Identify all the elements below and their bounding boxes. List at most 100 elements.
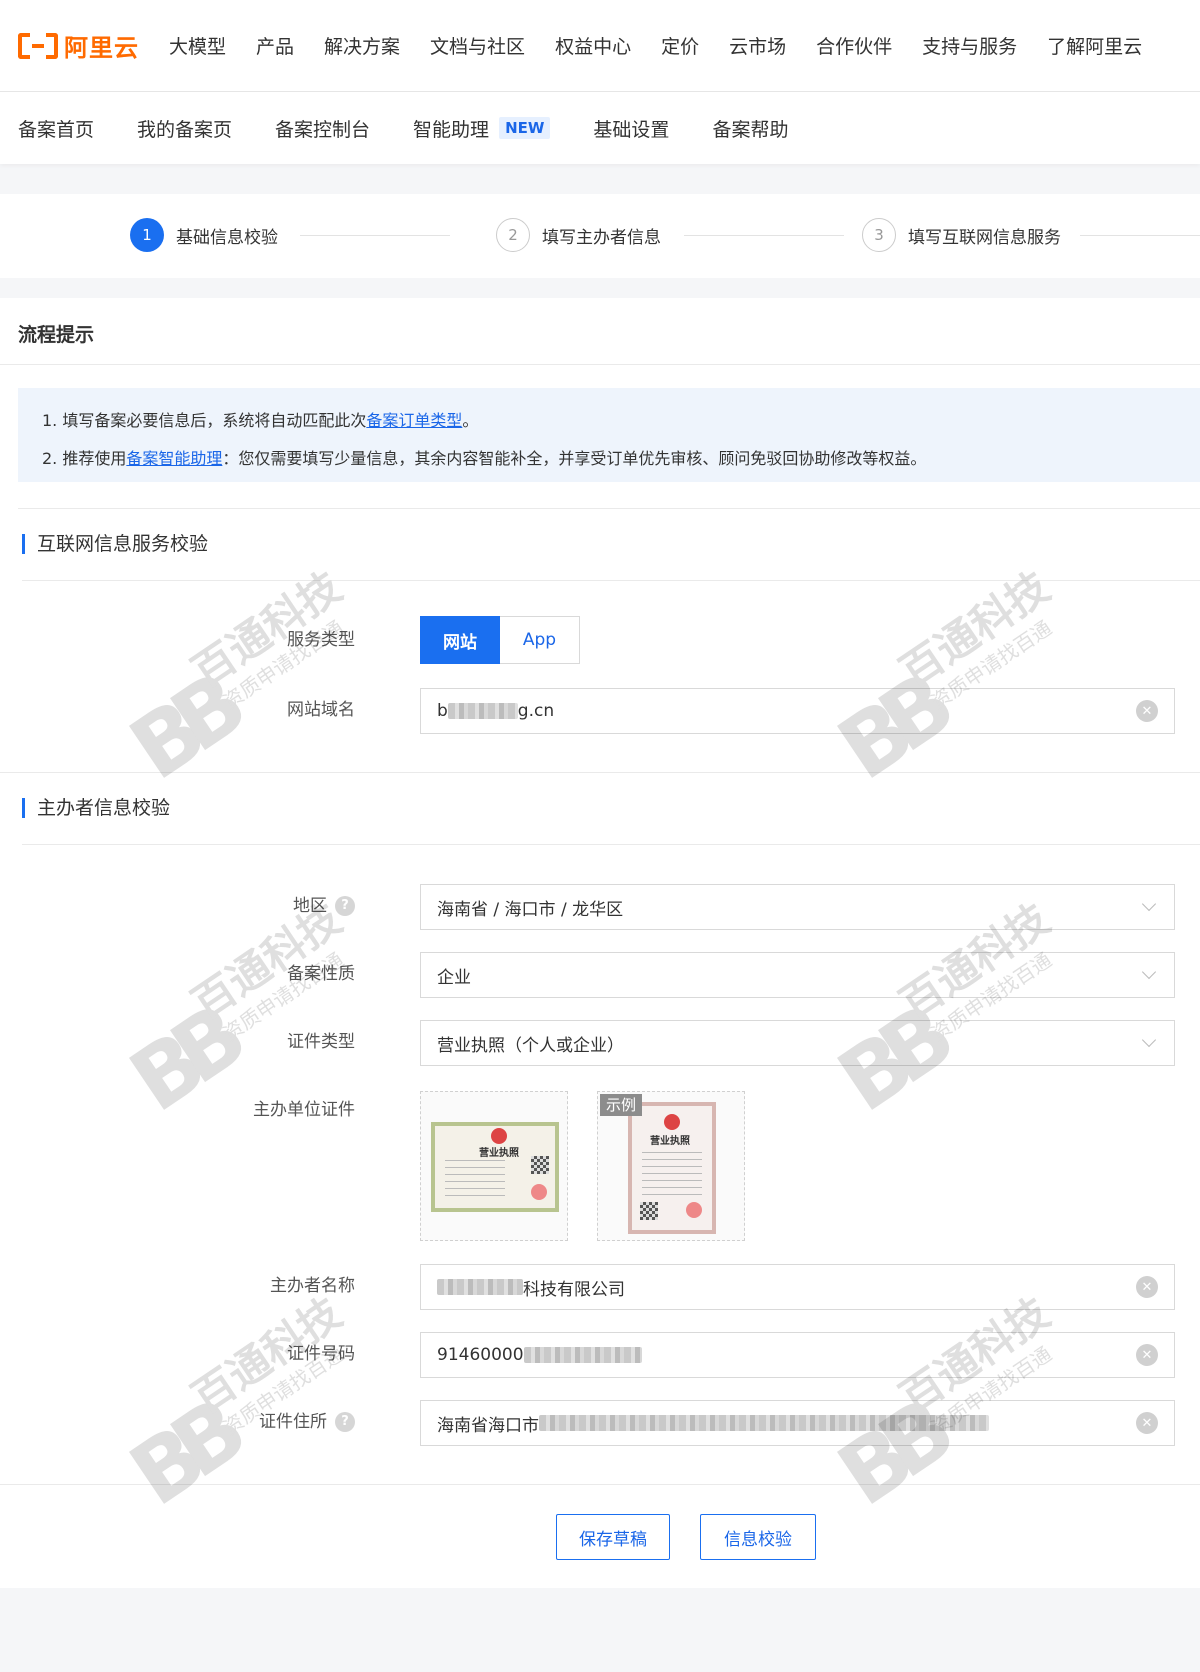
cert-no-prefix: 91460000 [437,1345,524,1365]
host-name-value: 科技有限公司 [437,1275,1136,1300]
verify-info-button[interactable]: 信息校验 [700,1514,816,1560]
license-thumbnail: 营业执照 [431,1122,559,1212]
host-name-suffix: 科技有限公司 [523,1279,625,1300]
address-label: 证件住所? [20,1400,355,1444]
license-upload[interactable]: 营业执照 [420,1091,568,1241]
help-icon[interactable]: ? [335,1412,355,1432]
subnav-icp-help[interactable]: 备案帮助 [712,115,788,142]
divider [18,508,1200,509]
subnav-basic-settings[interactable]: 基础设置 [593,115,669,142]
service-type-toggle: 网站 App [420,616,580,664]
watermark-title: 百通科技 [891,562,1059,697]
topnav-item-support[interactable]: 支持与服务 [922,32,1017,59]
nature-value: 企业 [437,967,471,988]
address-input[interactable]: 海南省海口市 ✕ [420,1400,1175,1446]
redacted-text [539,1415,989,1431]
step-connector [300,235,450,236]
chevron-down-icon [1141,896,1157,912]
topnav-item-pricing[interactable]: 定价 [661,32,699,59]
smart-assistant-link[interactable]: 备案智能助理 [126,449,222,468]
region-value: 海南省 / 海口市 / 龙华区 [437,899,624,920]
service-section-title: 互联网信息服务校验 [22,534,208,554]
top-navigation: 阿里云 大模型 产品 解决方案 文档与社区 权益中心 定价 云市场 合作伙伴 支… [0,0,1200,92]
seal-icon [664,1114,680,1130]
subnav-icp-console[interactable]: 备案控制台 [275,115,370,142]
topnav-item-marketplace[interactable]: 云市场 [729,32,786,59]
nature-select[interactable]: 企业 [420,952,1175,998]
sample-thumb-title: 营业执照 [650,1136,690,1147]
step-3: 3 填写互联网信息服务 [862,218,1061,252]
chevron-down-icon [1141,964,1157,980]
clear-icon[interactable]: ✕ [1136,1412,1158,1434]
redacted-text [523,1347,642,1363]
step-3-label: 填写互联网信息服务 [908,227,1061,248]
service-type-app[interactable]: App [500,616,580,664]
region-label: 地区? [20,884,355,928]
step-3-number: 3 [862,218,896,252]
watermark: BB 百通科技 资质申请找百通 [788,499,1149,833]
domain-input[interactable]: b g.cn ✕ [420,688,1175,734]
step-2-label: 填写主办者信息 [542,227,661,248]
notice-line-1: 1. 填写备案必要信息后，系统将自动匹配此次备案订单类型。 [42,402,1176,440]
cert-type-value: 营业执照（个人或企业） [437,1035,624,1056]
topnav-item-about[interactable]: 了解阿里云 [1047,32,1142,59]
progress-steps: 1 基础信息校验 2 填写主办者信息 3 填写互联网信息服务 [0,194,1200,278]
process-notice: 1. 填写备案必要信息后，系统将自动匹配此次备案订单类型。 2. 推荐使用备案智… [18,388,1200,482]
subnav-icp-home[interactable]: 备案首页 [18,115,94,142]
cert-no-label: 证件号码 [287,1344,355,1364]
main-form-card: 流程提示 1. 填写备案必要信息后，系统将自动匹配此次备案订单类型。 2. 推荐… [0,298,1200,1588]
divider [0,772,1200,773]
cert-no-input[interactable]: 91460000 ✕ [420,1332,1175,1378]
save-draft-button[interactable]: 保存草稿 [556,1514,670,1560]
topnav-item-benefits[interactable]: 权益中心 [555,32,631,59]
cert-upload-label: 主办单位证件 [253,1100,355,1120]
sample-tag: 示例 [600,1094,643,1116]
notice-line-2-end: ：您仅需要填写少量信息，其余内容智能补全，并享受订单优先审核、顾问免驳回协助修改… [222,449,927,468]
nature-label: 备案性质 [287,964,355,984]
host-section-title: 主办者信息校验 [22,798,170,818]
divider [0,1484,1200,1485]
topnav-item-docs[interactable]: 文档与社区 [430,32,525,59]
stamp-icon [686,1202,702,1218]
sample-thumbnail: 营业执照 [628,1102,716,1234]
order-type-link[interactable]: 备案订单类型 [366,411,462,430]
divider [22,580,1200,581]
address-label-text: 证件住所 [259,1412,327,1432]
redacted-text [447,703,518,719]
qr-code-icon [640,1202,658,1220]
aliyun-logo[interactable]: 阿里云 [18,28,139,63]
address-value: 海南省海口市 [437,1411,1136,1436]
service-type-website[interactable]: 网站 [420,616,500,664]
logo-text: 阿里云 [64,34,139,62]
watermark: BB 百通科技 资质申请找百通 [788,831,1149,1165]
cert-type-select[interactable]: 营业执照（个人或企业） [420,1020,1175,1066]
clear-icon[interactable]: ✕ [1136,1344,1158,1366]
topnav-item-partners[interactable]: 合作伙伴 [816,32,892,59]
region-select[interactable]: 海南省 / 海口市 / 龙华区 [420,884,1175,930]
cert-no-value: 91460000 [437,1345,1136,1365]
seal-icon [491,1128,507,1144]
step-2-number: 2 [496,218,530,252]
license-thumb-title: 营业执照 [479,1148,519,1159]
cert-type-label: 证件类型 [287,1032,355,1052]
topnav-item-llm[interactable]: 大模型 [169,32,226,59]
chevron-down-icon [1141,1032,1157,1048]
subnav-my-icp[interactable]: 我的备案页 [137,115,232,142]
clear-icon[interactable]: ✕ [1136,1276,1158,1298]
clear-icon[interactable]: ✕ [1136,700,1158,722]
qr-code-icon [531,1156,549,1174]
divider [0,364,1200,365]
host-name-input[interactable]: 科技有限公司 ✕ [420,1264,1175,1310]
process-tips-title: 流程提示 [18,324,95,346]
aliyun-logo-icon [18,32,58,59]
topnav-item-products[interactable]: 产品 [256,32,294,59]
divider [22,844,1200,845]
step-1: 1 基础信息校验 [130,218,278,252]
license-sample[interactable]: 营业执照 示例 [597,1091,745,1241]
topnav-item-solutions[interactable]: 解决方案 [324,32,400,59]
subnav-smart-assistant[interactable]: 智能助理 NEW [413,115,551,142]
help-icon[interactable]: ? [335,896,355,916]
domain-label: 网站域名 [287,700,355,720]
notice-line-2: 2. 推荐使用备案智能助理：您仅需要填写少量信息，其余内容智能补全，并享受订单优… [42,440,1176,478]
address-prefix: 海南省海口市 [437,1415,539,1436]
